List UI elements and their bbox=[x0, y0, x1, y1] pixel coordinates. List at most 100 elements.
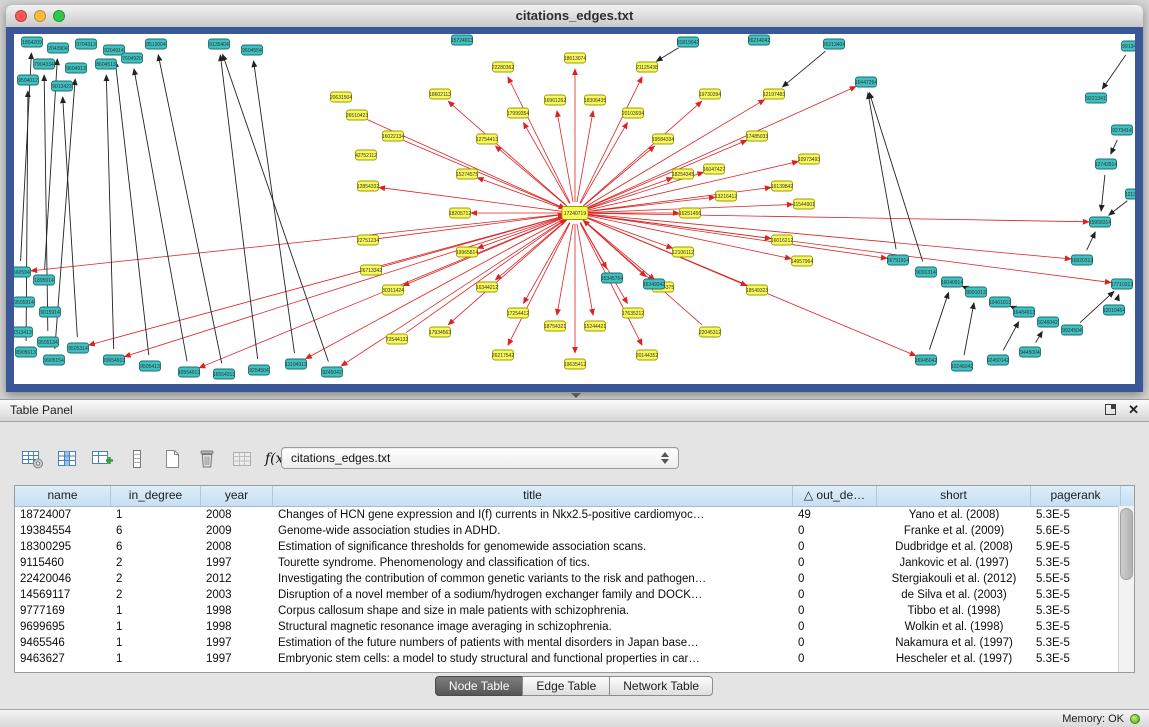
graph-node[interactable]: 17240719 bbox=[562, 207, 588, 220]
graph-edge[interactable] bbox=[586, 187, 771, 211]
graph-edge[interactable] bbox=[577, 224, 593, 315]
graph-node[interactable]: 22045312 bbox=[699, 327, 721, 337]
graph-node[interactable]: 9091314 bbox=[916, 267, 937, 277]
graph-node[interactable]: 18549323 bbox=[746, 285, 768, 295]
graph-node[interactable]: 9221341 bbox=[1086, 93, 1107, 103]
graph-node[interactable]: 92450142 bbox=[987, 355, 1009, 365]
graph-node[interactable]: 17999354 bbox=[507, 108, 529, 118]
panel-splitter-handle[interactable] bbox=[571, 393, 581, 398]
graph-edge[interactable] bbox=[523, 223, 569, 304]
memory-ok-icon[interactable] bbox=[1130, 714, 1140, 724]
graph-node[interactable]: 30311424 bbox=[382, 285, 404, 295]
graph-node[interactable]: 9604554 bbox=[242, 45, 263, 55]
graph-edge[interactable] bbox=[223, 54, 329, 361]
graph-node[interactable]: 9135404 bbox=[209, 39, 230, 49]
graph-node[interactable]: 12106112 bbox=[672, 247, 694, 257]
scrollbar-thumb[interactable] bbox=[1120, 508, 1133, 580]
graph-edge[interactable] bbox=[962, 286, 966, 288]
graph-node[interactable]: 8905613 bbox=[16, 347, 37, 357]
graph-edge[interactable] bbox=[1117, 295, 1119, 300]
table-row[interactable]: 1872400712008Changes of HCN gene express… bbox=[15, 507, 1134, 523]
graph-edge[interactable] bbox=[869, 92, 922, 261]
graph-edge[interactable] bbox=[306, 218, 566, 359]
graph-edge[interactable] bbox=[1109, 201, 1128, 215]
graph-node[interactable]: 12754413 bbox=[476, 134, 498, 144]
graph-edge[interactable] bbox=[1036, 331, 1043, 342]
graph-edge[interactable] bbox=[1087, 232, 1096, 250]
graph-node[interactable]: 18254345 bbox=[672, 169, 694, 179]
graph-node[interactable]: 8604513 bbox=[96, 59, 117, 69]
graph-node[interactable]: 18613074 bbox=[564, 53, 586, 63]
graph-node[interactable]: 1864209 bbox=[22, 37, 43, 47]
graph-edge[interactable] bbox=[964, 303, 974, 355]
graph-node[interactable]: 20654913 bbox=[103, 355, 125, 365]
graph-edge[interactable] bbox=[134, 69, 187, 361]
graph-node[interactable]: 9604913 bbox=[66, 63, 87, 73]
graph-node[interactable]: 26217542 bbox=[492, 350, 514, 360]
table-row[interactable]: 2242004622012Investigating the contribut… bbox=[15, 571, 1134, 587]
graph-node[interactable]: 26510423 bbox=[346, 110, 368, 120]
graph-node[interactable]: 16554313 bbox=[213, 369, 235, 379]
column-header-in_degree[interactable]: in_degree bbox=[111, 486, 201, 506]
graph-node[interactable]: 26213404 bbox=[823, 39, 845, 49]
graph-node[interactable]: 20631504 bbox=[330, 92, 352, 102]
table-vertical-scrollbar[interactable] bbox=[1118, 506, 1134, 672]
graph-node[interactable]: 9505314 bbox=[68, 343, 89, 353]
window-titlebar[interactable]: citations_edges.txt bbox=[6, 5, 1143, 28]
graph-edge[interactable] bbox=[89, 216, 565, 345]
graph-node[interactable]: 10461013 bbox=[989, 297, 1011, 307]
graph-edge[interactable] bbox=[581, 123, 628, 204]
graph-node[interactable]: 8513004 bbox=[146, 39, 167, 49]
graph-node[interactable]: 17710313 bbox=[1111, 279, 1133, 289]
float-panel-icon[interactable] bbox=[1105, 404, 1116, 415]
column-header-out_degree[interactable]: △ out_de… bbox=[793, 486, 877, 506]
import-table-button[interactable] bbox=[228, 447, 256, 472]
graph-node[interactable]: 8991013 bbox=[966, 287, 987, 297]
graph-edge[interactable] bbox=[557, 224, 573, 315]
table-row[interactable]: 1456911722003Disruption of a novel membe… bbox=[15, 587, 1134, 603]
graph-node[interactable]: 21125438 bbox=[636, 62, 658, 72]
graph-node[interactable]: 10973493 bbox=[798, 154, 820, 164]
graph-edge[interactable] bbox=[929, 292, 948, 349]
table-row[interactable]: 969969511998Structural magnetic resonanc… bbox=[15, 619, 1134, 635]
graph-edge[interactable] bbox=[379, 187, 564, 211]
network-canvas[interactable]: 1724071916251456182543451958433420103934… bbox=[14, 34, 1135, 384]
graph-node[interactable]: 17635212 bbox=[622, 308, 644, 318]
graph-node[interactable]: 9246042 bbox=[1038, 317, 1059, 327]
graph-edge[interactable] bbox=[406, 219, 566, 332]
graph-node[interactable]: 16040914 bbox=[941, 277, 963, 287]
graph-node[interactable]: 9313413 bbox=[14, 327, 33, 337]
graph-node[interactable]: 16447294 bbox=[855, 77, 877, 87]
graph-node[interactable]: 17934563 bbox=[429, 327, 451, 337]
graph-node[interactable]: 10246042 bbox=[951, 361, 973, 371]
graph-node[interactable]: 12854332 bbox=[357, 181, 379, 191]
graph-edge[interactable] bbox=[158, 55, 222, 363]
graph-node[interactable]: 1895914 bbox=[34, 275, 55, 285]
new-table-button[interactable] bbox=[158, 447, 186, 472]
table-row[interactable]: 1938455462009Genome-wide association stu… bbox=[15, 523, 1134, 539]
tab-network-table[interactable]: Network Table bbox=[609, 676, 713, 696]
graph-node[interactable]: 13216412 bbox=[715, 191, 737, 201]
graph-edge[interactable] bbox=[868, 93, 896, 249]
graph-node[interactable]: 12743914 bbox=[1095, 159, 1117, 169]
graph-node[interactable]: 11104913 bbox=[285, 359, 307, 369]
graph-node[interactable]: 9913404 bbox=[1122, 41, 1136, 51]
show-columns-button[interactable] bbox=[53, 447, 81, 472]
graph-edge[interactable] bbox=[523, 123, 569, 204]
graph-node[interactable]: 19965814 bbox=[456, 247, 478, 257]
graph-edge[interactable] bbox=[1101, 175, 1105, 211]
create-column-button[interactable] bbox=[88, 447, 116, 472]
graph-node[interactable]: 7904334 bbox=[34, 59, 55, 69]
table-row[interactable]: 977716911998Corpus callosum shape and si… bbox=[15, 603, 1134, 619]
graph-edge[interactable] bbox=[379, 214, 564, 238]
graph-node[interactable]: 26713342 bbox=[360, 265, 382, 275]
graph-node[interactable]: 11544901 bbox=[793, 199, 815, 209]
graph-edge[interactable] bbox=[586, 213, 1089, 222]
column-header-title[interactable]: title bbox=[273, 486, 793, 506]
graph-node[interactable]: 16139842 bbox=[771, 181, 793, 191]
graph-node[interactable]: 15345754 bbox=[601, 273, 623, 283]
graph-node[interactable]: 16945042 bbox=[915, 355, 937, 365]
table-row[interactable]: 946362711997Embryonic stem cells: a mode… bbox=[15, 651, 1134, 667]
graph-node[interactable]: 26214042 bbox=[748, 35, 770, 45]
column-header-short[interactable]: short bbox=[877, 486, 1031, 506]
